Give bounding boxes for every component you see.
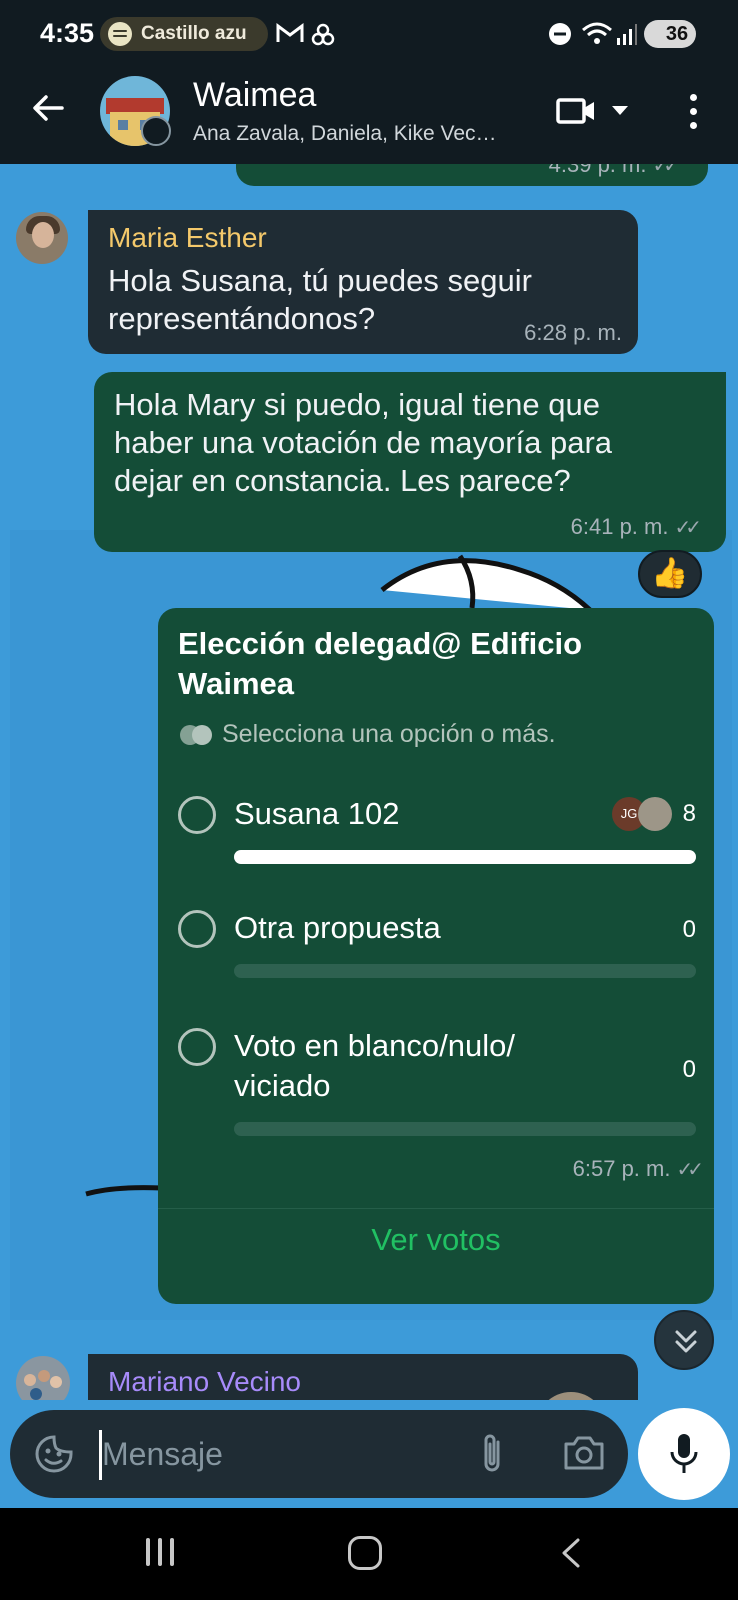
poll-option-label: Susana 102 <box>234 796 400 831</box>
wallpaper-doodle-2 <box>85 1185 163 1197</box>
double-chevron-down-icon <box>675 1330 697 1353</box>
poll-hint: Selecciona una opción o más. <box>180 720 556 749</box>
poll-progress-track <box>234 964 696 978</box>
poll-progress-track <box>234 1122 696 1136</box>
message-time: 4:39 p. m. ✓✓ <box>549 164 680 178</box>
spotify-icon <box>108 22 132 46</box>
chat-header: Waimea Ana Zavala, Daniela, Kike Vec… <box>0 70 738 164</box>
pinwheel-icon <box>311 23 335 46</box>
message-bubble-mariano[interactable]: Mariano Vecino <box>88 1354 638 1400</box>
microphone-icon <box>670 1434 698 1473</box>
dnd-icon <box>549 23 571 45</box>
poll-card[interactable]: Elección delegad@ Edificio Waimea Selecc… <box>158 608 714 1304</box>
poll-option[interactable]: Voto en blanco/nulo/ viciado 0 <box>178 1026 698 1146</box>
scroll-to-bottom-button[interactable] <box>654 1310 714 1370</box>
nav-back-icon[interactable] <box>560 1538 582 1568</box>
voter-avatar-photo <box>638 797 672 831</box>
message-composer <box>10 1410 628 1498</box>
back-arrow-icon[interactable] <box>28 88 68 128</box>
read-ticks-icon: ✓✓ <box>652 164 679 177</box>
status-time: 4:35 <box>40 18 95 48</box>
poll-option[interactable]: Susana 102 JG 8 <box>178 794 698 874</box>
more-options-icon[interactable] <box>690 94 698 130</box>
sender-name[interactable]: Maria Esther <box>108 222 267 254</box>
media-pill-text: Castillo azu <box>141 23 247 44</box>
wallpaper-doodle <box>380 554 592 610</box>
poll-option-label: Otra propuesta <box>234 910 441 945</box>
avatar-mariano-vecino[interactable] <box>16 1356 70 1400</box>
attach-icon[interactable] <box>472 1430 512 1478</box>
message-time: 6:57 p. m. ✓✓ <box>572 1156 704 1181</box>
battery-indicator: 36 <box>644 20 696 48</box>
avatar-maria-esther[interactable] <box>16 212 68 264</box>
poll-option[interactable]: Otra propuesta 0 <box>178 908 698 988</box>
read-ticks-icon: ✓✓ <box>674 517 701 539</box>
poll-radio[interactable] <box>178 910 216 948</box>
message-text: Hola Mary si puedo, igual tiene que habe… <box>114 387 613 498</box>
poll-option-label: Voto en blanco/nulo/ viciado <box>234 1028 515 1103</box>
recents-icon[interactable] <box>142 1538 178 1568</box>
video-call-icon[interactable] <box>556 96 596 126</box>
poll-title: Elección delegad@ Edificio Waimea <box>178 626 583 701</box>
status-bar: 4:35 Castillo azu 36 <box>0 0 738 70</box>
gmail-icon <box>276 23 304 42</box>
chat-participants[interactable]: Ana Zavala, Daniela, Kike Vec… <box>193 122 497 146</box>
poll-option-count: 0 <box>682 916 696 943</box>
system-nav-bar <box>0 1508 738 1600</box>
poll-radio[interactable] <box>178 1028 216 1066</box>
poll-option-count: 8 <box>682 800 696 827</box>
thumbs-up-reaction-icon[interactable]: 👍 <box>638 550 702 598</box>
sticker-icon[interactable] <box>34 1434 74 1474</box>
poll-divider <box>158 1208 714 1209</box>
signal-icon <box>617 24 637 45</box>
message-time: 6:41 p. m. ✓✓ <box>570 514 702 539</box>
poll-progress-fill <box>234 850 696 864</box>
multi-select-icon <box>180 724 214 745</box>
media-pill[interactable]: Castillo azu <box>100 17 268 51</box>
poll-option-count: 0 <box>682 1056 696 1083</box>
message-bubble-own[interactable]: Hola Mary si puedo, igual tiene que habe… <box>94 372 726 552</box>
message-input[interactable] <box>102 1424 442 1484</box>
poll-progress-track <box>234 850 696 864</box>
sender-name[interactable]: Mariano Vecino <box>108 1366 301 1398</box>
chat-title[interactable]: Waimea <box>193 76 316 115</box>
wifi-icon <box>582 22 612 44</box>
message-time: 6:28 p. m. <box>524 320 622 345</box>
chat-area[interactable]: 4:39 p. m. ✓✓ Maria Esther Hola Susana, t… <box>0 164 738 1400</box>
media-thumbnail[interactable] <box>536 1392 606 1400</box>
message-bubble-maria[interactable]: Maria Esther Hola Susana, tú puedes segu… <box>88 210 638 354</box>
poll-radio[interactable] <box>178 796 216 834</box>
camera-icon[interactable] <box>562 1432 606 1472</box>
message-bubble-partial[interactable]: 4:39 p. m. ✓✓ <box>236 164 708 186</box>
disappearing-messages-icon <box>141 116 171 146</box>
view-votes-button[interactable]: Ver votos <box>158 1222 714 1258</box>
call-dropdown-icon[interactable] <box>612 106 628 115</box>
home-icon[interactable] <box>348 1536 382 1570</box>
voice-message-button[interactable] <box>638 1408 730 1500</box>
read-ticks-icon: ✓✓ <box>676 1159 703 1181</box>
